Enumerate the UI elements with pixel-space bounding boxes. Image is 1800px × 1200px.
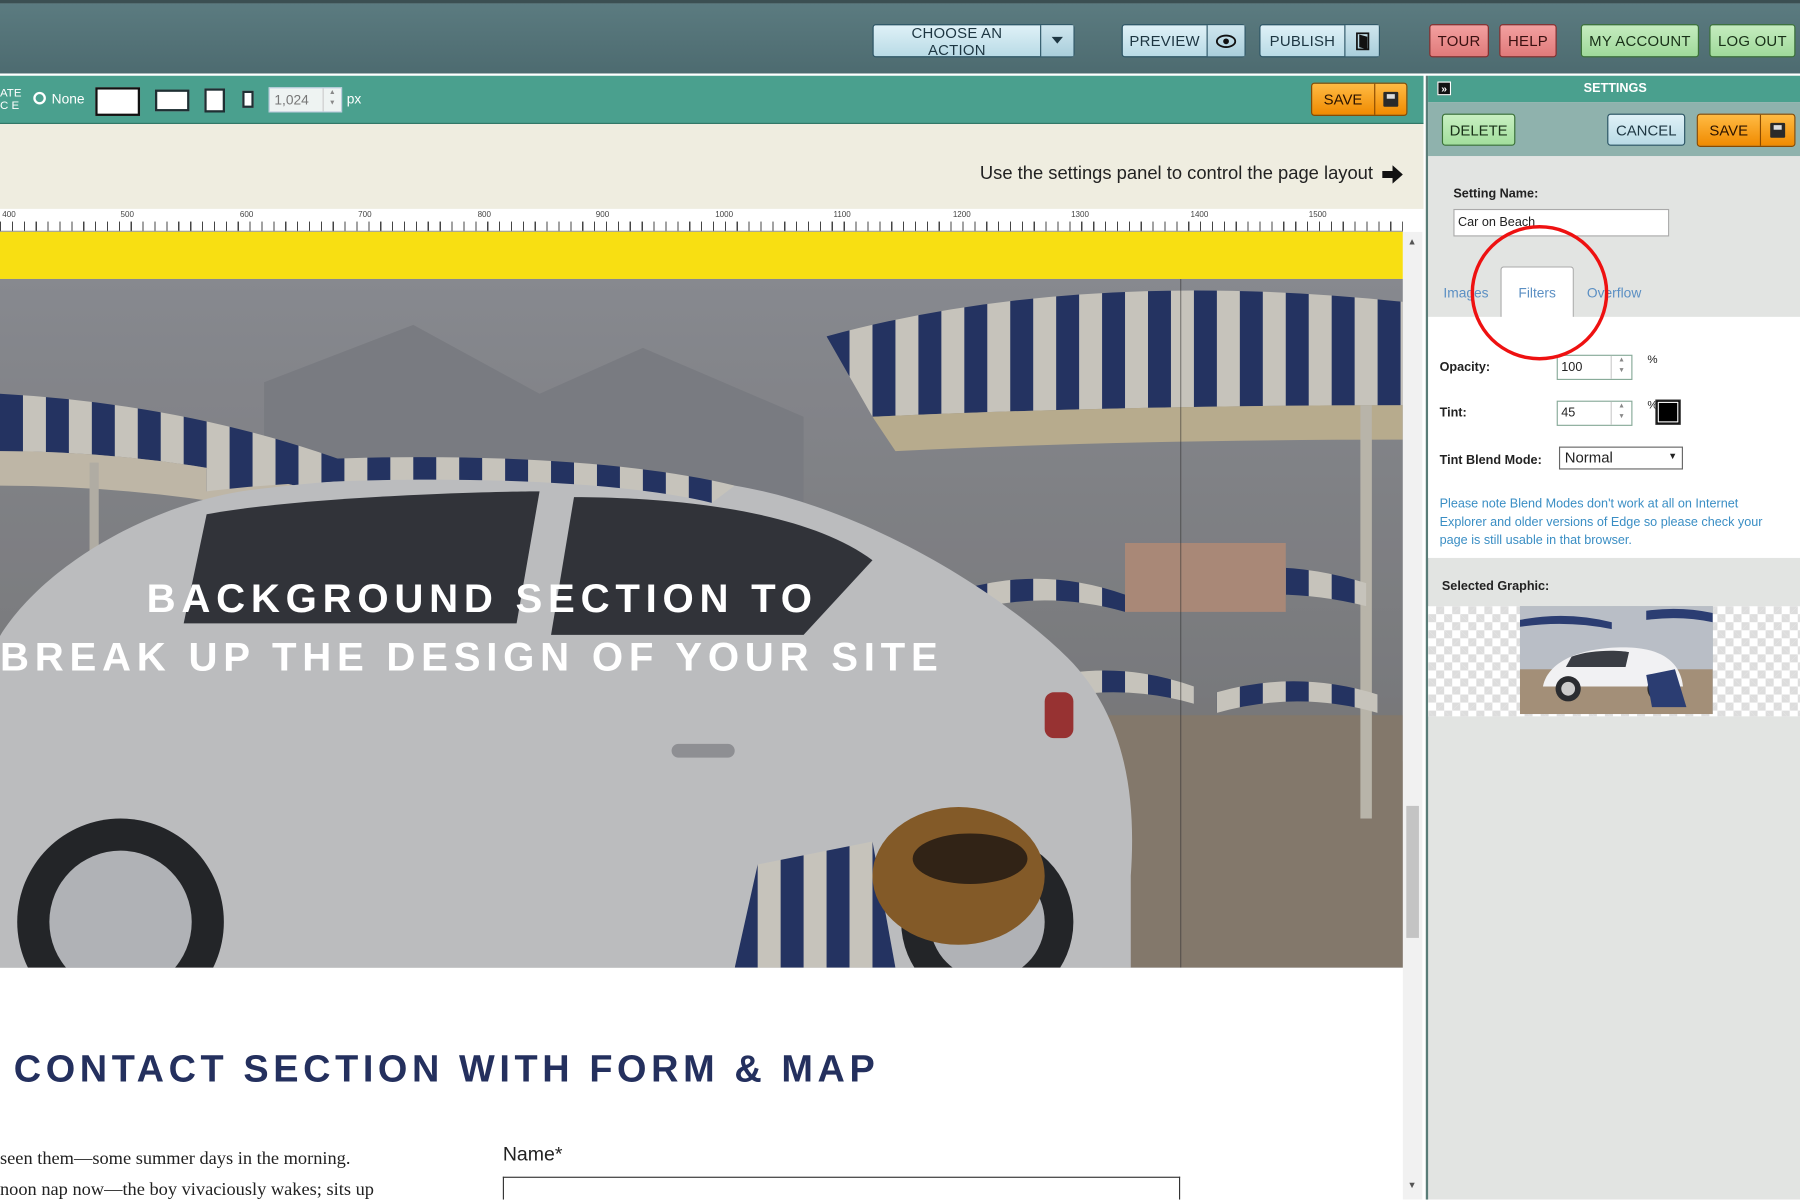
paragraph-line: seen them—some summer days in the mornin… (0, 1149, 351, 1169)
settings-save-label: SAVE (1709, 121, 1749, 139)
setting-name-label: Setting Name: (1453, 187, 1539, 201)
rotate-label: ATE C E (0, 87, 21, 112)
tint-input[interactable]: 45 ▲ ▼ (1556, 400, 1633, 426)
width-stepper[interactable]: ▲ ▼ (322, 88, 341, 112)
ruler-label: 700 (358, 211, 372, 220)
preview-button[interactable]: PREVIEW (1121, 24, 1246, 58)
laptop-size-button[interactable] (154, 89, 190, 112)
chevron-down-icon[interactable] (1040, 25, 1074, 57)
ruler-label: 600 (239, 211, 254, 220)
ruler-label: 1200 (952, 211, 971, 220)
rotate-label-line1: ATE (0, 87, 22, 100)
eye-icon (1206, 25, 1245, 57)
px-unit: px (346, 90, 362, 107)
hero-background-section[interactable]: BACKGROUND SECTION TO BREAK UP THE DESIG… (0, 278, 1403, 968)
ruler-label: 1000 (715, 211, 734, 220)
opacity-stepper[interactable]: ▲ ▼ (1610, 355, 1632, 379)
none-label: None (51, 90, 85, 107)
none-radio[interactable] (33, 91, 46, 105)
ruler-label: 900 (595, 211, 610, 220)
disk-icon (1373, 83, 1406, 115)
opacity-percent: % (1647, 353, 1658, 367)
delete-label: DELETE (1449, 121, 1508, 139)
scroll-up-arrow[interactable]: ▲ (1407, 236, 1416, 246)
scroll-down-arrow[interactable]: ▼ (1407, 1180, 1416, 1190)
cancel-label: CANCEL (1615, 121, 1677, 139)
yellow-section-band (0, 231, 1403, 279)
name-field-label: Name* (502, 1143, 563, 1166)
opacity-input[interactable]: 100 ▲ ▼ (1556, 354, 1633, 380)
selected-graphic-thumbnail[interactable] (1519, 606, 1713, 715)
blend-mode-note: Please note Blend Modes don't work at al… (1439, 497, 1763, 548)
tint-color-swatch[interactable] (1655, 399, 1681, 425)
top-toolbar: CHOOSE AN ACTION PREVIEW PUBLISH TOUR HE… (0, 0, 1800, 74)
contact-paragraph: seen them—some summer days in the mornin… (0, 1143, 374, 1200)
help-button[interactable]: HELP (1499, 24, 1557, 58)
tour-button[interactable]: TOUR (1429, 24, 1489, 58)
editor-save-label: SAVE (1323, 90, 1363, 108)
disk-icon (1759, 114, 1794, 146)
blend-mode-select[interactable]: Normal (1558, 446, 1683, 470)
ruler-label: 800 (477, 211, 491, 220)
selected-graphic-label: Selected Graphic: (1441, 579, 1550, 594)
opacity-label: Opacity: (1439, 360, 1491, 375)
selected-graphic-preview (1428, 606, 1800, 717)
ruler-label: 500 (120, 211, 134, 220)
canvas-scrollbar[interactable]: ▲ ▼ (1402, 231, 1423, 1200)
log-out-label: LOG OUT (1718, 32, 1787, 50)
rotate-label-line2: C E (0, 99, 20, 113)
layout-hint-bar: Use the settings panel to control the pa… (0, 123, 1424, 209)
publish-label: PUBLISH (1269, 32, 1336, 50)
arrow-right-icon (1382, 165, 1403, 184)
width-input-value: 1,024 (274, 91, 309, 108)
door-icon (1344, 25, 1379, 57)
ruler-label: 1100 (833, 211, 851, 220)
ruler-label: 1400 (1190, 211, 1209, 220)
hero-title: BACKGROUND SECTION TO BREAK UP THE DESIG… (0, 569, 941, 686)
hero-title-line1: BACKGROUND SECTION TO (146, 576, 818, 622)
settings-panel: » SETTINGS DELETE CANCEL SAVE Setting Na… (1425, 75, 1800, 1200)
collapse-panel-icon[interactable]: » (1437, 81, 1452, 96)
annotation-highlight-circle (1470, 225, 1609, 361)
ruler-label: 1500 (1308, 211, 1327, 220)
editor-save-button[interactable]: SAVE (1311, 82, 1408, 116)
my-account-label: MY ACCOUNT (1589, 32, 1691, 50)
tour-label: TOUR (1437, 32, 1481, 50)
tint-value: 45 (1561, 406, 1576, 421)
delete-button[interactable]: DELETE (1441, 113, 1516, 146)
blend-mode-label: Tint Blend Mode: (1439, 453, 1542, 468)
layout-hint-text: Use the settings panel to control the pa… (979, 164, 1374, 184)
my-account-button[interactable]: MY ACCOUNT (1580, 24, 1700, 58)
phone-size-button[interactable] (242, 90, 254, 108)
settings-title: SETTINGS (1583, 81, 1647, 96)
scrollbar-thumb[interactable] (1406, 805, 1419, 938)
cancel-button[interactable]: CANCEL (1607, 113, 1686, 146)
tablet-size-button[interactable] (204, 88, 226, 113)
blend-mode-value: Normal (1564, 448, 1613, 467)
paragraph-line: noon nap now—the boy vivaciously wakes; … (0, 1180, 374, 1200)
ruler-label: 400 (2, 211, 16, 220)
contact-section-title: CONTACT SECTION WITH FORM & MAP (13, 1046, 880, 1090)
settings-header: » SETTINGS (1428, 75, 1800, 103)
choose-action-label: CHOOSE AN ACTION (911, 23, 1003, 58)
tint-stepper[interactable]: ▲ ▼ (1610, 401, 1632, 425)
hero-title-line2: BREAK UP THE DESIGN OF YOUR SITE (0, 634, 944, 680)
tint-label: Tint: (1439, 406, 1467, 421)
width-input[interactable]: 1,024 ▲ ▼ (268, 87, 343, 113)
name-field[interactable] (502, 1176, 1181, 1200)
settings-save-button[interactable]: SAVE (1696, 113, 1796, 147)
preview-label: PREVIEW (1129, 32, 1200, 50)
log-out-button[interactable]: LOG OUT (1709, 24, 1796, 58)
ruler-label: 1300 (1071, 211, 1089, 220)
publish-button[interactable]: PUBLISH (1259, 24, 1380, 58)
choose-action-button[interactable]: CHOOSE AN ACTION (872, 23, 1075, 58)
editor-toolbar: ATE C E None (0, 75, 1424, 124)
desktop-size-button[interactable] (95, 87, 141, 116)
help-label: HELP (1508, 32, 1548, 50)
opacity-value: 100 (1561, 360, 1583, 375)
